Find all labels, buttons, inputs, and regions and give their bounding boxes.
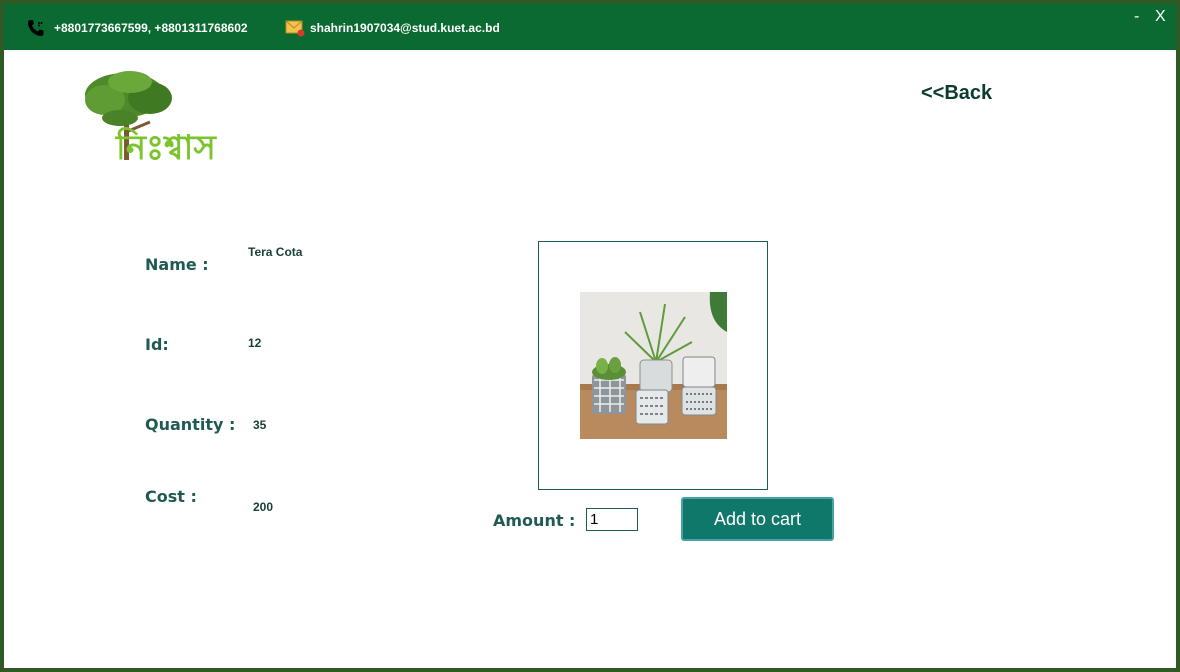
product-image [580, 292, 727, 439]
back-link[interactable]: <<Back [921, 82, 992, 105]
amount-input[interactable] [586, 508, 638, 531]
mail-icon [285, 20, 305, 37]
brand-logo-text: নিঃশ্বাস [116, 128, 216, 168]
email-address: shahrin1907034@stud.kuet.ac.bd [310, 21, 500, 35]
phone-icon [28, 20, 44, 36]
amount-label: Amount : [493, 511, 576, 530]
quantity-label: Quantity : [145, 415, 236, 434]
cost-label: Cost : [145, 487, 197, 506]
product-image-frame [538, 241, 768, 490]
close-button[interactable]: X [1155, 8, 1166, 26]
cost-value: 200 [253, 500, 274, 514]
contact-bar: +8801773667599, +8801311768602 shahrin19… [4, 4, 1176, 50]
phone-numbers: +8801773667599, +8801311768602 [54, 21, 248, 35]
quantity-value: 35 [253, 418, 267, 432]
minimize-button[interactable]: - [1134, 8, 1139, 26]
name-value: Tera Cota [248, 245, 303, 259]
id-value: 12 [248, 336, 262, 350]
app-window: +8801773667599, +8801311768602 shahrin19… [0, 0, 1180, 672]
name-label: Name : [145, 255, 209, 274]
id-label: Id: [145, 335, 169, 354]
add-to-cart-button[interactable]: Add to cart [681, 497, 834, 541]
